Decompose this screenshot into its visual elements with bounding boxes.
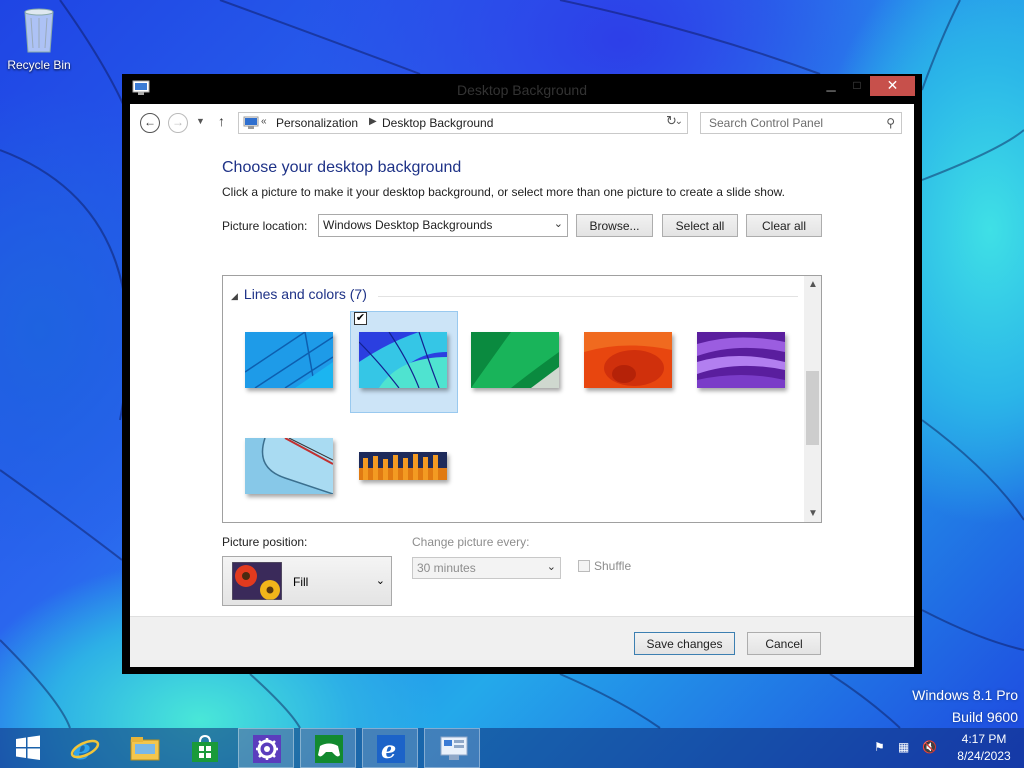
refresh-icon: ↻ [666,113,677,128]
svg-text:e: e [381,735,396,763]
save-changes-button[interactable]: Save changes [634,632,735,655]
close-button[interactable]: ✕ [870,76,915,96]
wallpaper-thumbnail-orange-fence[interactable] [359,452,447,480]
group-header-lines-and-colors[interactable]: ◢ Lines and colors (7) [231,286,367,302]
breadcrumb-desktop-background[interactable]: Desktop Background [382,116,493,130]
picture-checkbox-blue-petals[interactable]: ✔ [354,312,367,325]
games-icon [315,735,343,763]
chevron-down-icon: ⌄ [553,218,563,230]
wallpaper-thumbnail-purple-waves[interactable] [697,332,785,388]
search-icon[interactable]: ⚲ [886,116,895,130]
clear-all-button[interactable]: Clear all [746,214,822,237]
action-center-icon[interactable]: ⚑ [874,740,885,754]
close-icon: ✕ [886,77,899,93]
maximize-icon: □ [853,78,861,92]
watermark-edition: Windows 8.1 Pro [912,687,1018,703]
minimize-button[interactable]: ▁ [818,76,844,96]
wallpaper-thumbnail-blue-petals[interactable] [359,332,447,388]
breadcrumb-personalization[interactable]: Personalization [276,116,358,130]
desktop-background-window: Desktop Background ▁ □ ✕ ← → ▼ ↑ « Perso… [122,74,922,674]
picture-location-label: Picture location: [222,219,308,233]
picture-position-value: Fill [293,575,309,589]
maximize-button[interactable]: □ [844,76,870,96]
minimize-icon: ▁ [826,78,836,92]
settings-icon [253,735,281,763]
group-label: Lines and colors (7) [243,286,367,302]
window-client-area: ← → ▼ ↑ « Personalization ▶ Desktop Back… [130,104,914,667]
taskbar-games[interactable] [300,728,356,768]
select-all-button[interactable]: Select all [662,214,738,237]
chevron-down-icon: ▼ [196,116,205,126]
taskbar-control-panel[interactable] [424,728,480,768]
recycle-bin-label: Recycle Bin [7,58,71,72]
clock-date: 8/24/2023 [957,749,1011,763]
volume-muted-icon[interactable]: 🔇 [922,740,937,754]
back-button[interactable]: ← [140,113,160,133]
page-title: Choose your desktop background [222,159,462,176]
start-button[interactable] [0,728,56,768]
back-arrow-icon: ← [144,115,156,129]
picture-position-select[interactable]: Fill ⌄ [222,556,392,606]
network-icon[interactable]: ▦ [898,740,909,754]
window-title: Desktop Background [457,82,587,98]
browse-button[interactable]: Browse... [576,214,653,237]
file-explorer-icon [130,737,160,761]
picture-location-select[interactable]: Windows Desktop Backgrounds ⌄ [318,214,568,237]
title-bar[interactable]: Desktop Background ▁ □ ✕ [122,74,922,104]
os-watermark: Windows 8.1 Pro Build 9600 [912,684,1018,728]
search-box[interactable]: ⚲ [700,112,902,134]
chevron-down-icon: ⌄ [375,575,385,587]
taskbar-file-explorer[interactable] [116,728,172,768]
collapse-triangle-icon: ◢ [231,291,238,301]
control-panel-icon [243,116,259,129]
picture-location-value: Windows Desktop Backgrounds [323,218,493,232]
chevron-down-icon: ⌄ [546,561,556,573]
wallpaper-thumbnail-green-fold[interactable] [471,332,559,388]
address-overflow-chevron[interactable]: « [261,116,267,127]
scrollbar-thumb[interactable] [806,371,819,445]
change-picture-value: 30 minutes [417,561,476,575]
group-divider [378,296,798,297]
search-input[interactable] [701,113,887,133]
address-bar[interactable]: « Personalization ▶ Desktop Background ⌄ [238,112,688,134]
forward-button[interactable]: → [168,113,188,133]
taskbar-settings[interactable] [238,728,294,768]
change-picture-select[interactable]: 30 minutes ⌄ [412,557,561,579]
taskbar-internet-explorer-2[interactable]: e [362,728,418,768]
dialog-footer: Save changes Cancel [130,616,914,667]
change-picture-label: Change picture every: [412,535,530,549]
control-panel-icon [440,736,468,760]
page-description: Click a picture to make it your desktop … [222,185,785,199]
picture-list[interactable]: ◢ Lines and colors (7) ✔ ▲ ▼ [222,275,822,523]
taskbar: e e ⚑ ▦ 🔇 4:17 PM 8/24/2023 [0,728,1024,768]
scroll-down-icon[interactable]: ▼ [808,508,818,519]
picture-list-scrollbar[interactable]: ▲ ▼ [804,276,821,522]
recent-locations-button[interactable]: ▼ [196,116,205,126]
taskbar-clock[interactable]: 4:17 PM 8/24/2023 [944,731,1024,765]
taskbar-store[interactable] [176,728,232,768]
recycle-bin-icon [24,8,54,53]
scroll-up-icon[interactable]: ▲ [808,279,818,290]
wallpaper-thumbnail-orange-swirl[interactable] [584,332,672,388]
shuffle-checkbox[interactable] [578,560,590,572]
store-icon [192,734,218,762]
internet-explorer-icon: e [377,735,405,763]
shuffle-label: Shuffle [594,559,632,573]
picture-position-label: Picture position: [222,535,308,549]
wallpaper-thumbnail-blue-lines[interactable] [245,332,333,388]
clock-time: 4:17 PM [961,732,1007,746]
cancel-button[interactable]: Cancel [747,632,821,655]
refresh-button[interactable]: ↻ [666,113,677,129]
position-preview-image [232,562,282,600]
up-button[interactable]: ↑ [218,113,225,129]
wallpaper-thumbnail-light-blue-curve[interactable] [245,438,333,494]
internet-explorer-icon: e [70,734,100,764]
watermark-build: Build 9600 [951,709,1018,725]
taskbar-internet-explorer[interactable]: e [56,728,112,768]
start-icon [16,735,40,760]
recycle-bin[interactable]: Recycle Bin [4,6,74,72]
up-arrow-icon: ↑ [218,113,225,129]
forward-arrow-icon: → [172,115,184,129]
breadcrumb-separator-icon: ▶ [369,116,377,127]
